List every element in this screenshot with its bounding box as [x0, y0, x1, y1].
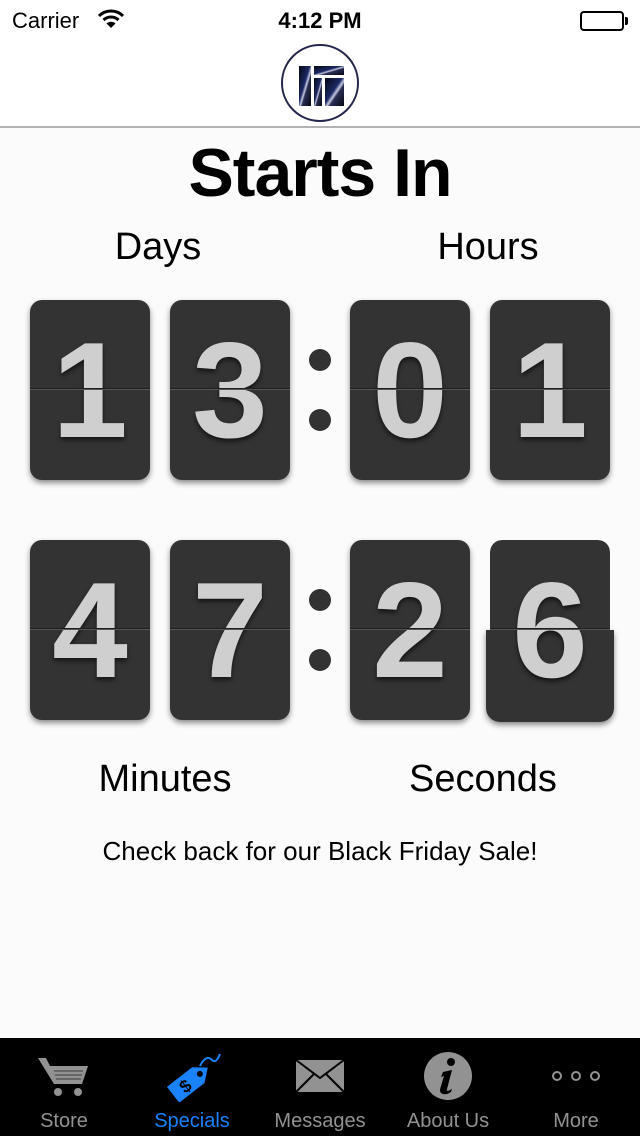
seconds-ones-card: 6 [490, 540, 610, 720]
hours-tens-digit: 0 [372, 314, 448, 466]
tab-label: Messages [274, 1110, 366, 1132]
seconds-ones-digit: 6 [512, 554, 588, 706]
more-dots-icon [512, 1050, 640, 1102]
status-bar: Carrier 4:12 PM [0, 0, 640, 40]
tab-label: More [553, 1110, 599, 1132]
days-tens-card: 1 [30, 300, 150, 480]
envelope-icon [256, 1050, 384, 1102]
days-tens-digit: 1 [52, 314, 128, 466]
shopping-cart-icon [0, 1050, 128, 1102]
company-logo [281, 44, 359, 122]
page-title: Starts In [188, 135, 452, 211]
minutes-tens-digit: 4 [52, 554, 128, 706]
hours-tens-card: 0 [350, 300, 470, 480]
minutes-tens-card: 4 [30, 540, 150, 720]
tab-label: About Us [406, 1110, 490, 1132]
days-ones-digit: 3 [192, 314, 268, 466]
battery-icon [580, 11, 628, 31]
tab-specials[interactable]: $ Specials [128, 1038, 256, 1136]
colon-separator-dot [309, 589, 331, 611]
minutes-ones-digit: 7 [192, 554, 268, 706]
colon-separator-dot [309, 649, 331, 671]
tab-messages[interactable]: Messages [256, 1038, 384, 1136]
seconds-tens-digit: 2 [372, 554, 448, 706]
tab-label: Store [40, 1110, 88, 1132]
tab-about-us[interactable]: About Us [384, 1038, 512, 1136]
hours-ones-digit: 1 [512, 314, 588, 466]
sale-message: Check back for our Black Friday Sale! [102, 836, 538, 866]
tab-bar: Store $ Specials Messages About Us More [0, 1038, 640, 1136]
minutes-ones-card: 7 [170, 540, 290, 720]
tab-label: Specials [154, 1110, 230, 1132]
hours-label: Hours [437, 226, 539, 268]
days-ones-card: 3 [170, 300, 290, 480]
hours-ones-card: 1 [490, 300, 610, 480]
seconds-tens-card: 2 [350, 540, 470, 720]
colon-separator-dot [309, 409, 331, 431]
colon-separator-dot [309, 349, 331, 371]
tab-more[interactable]: More [512, 1038, 640, 1136]
tab-store[interactable]: Store [0, 1038, 128, 1136]
minutes-label: Minutes [98, 758, 232, 800]
price-tag-icon: $ [128, 1050, 256, 1102]
clock-time: 4:12 PM [278, 8, 362, 33]
info-icon [384, 1050, 512, 1102]
seconds-label: Seconds [409, 758, 557, 800]
days-label: Days [114, 226, 202, 268]
countdown-screen: Starts In Days Hours 1 3 0 1 4 7 2 6 Min… [0, 130, 640, 1038]
navigation-bar [0, 40, 640, 128]
